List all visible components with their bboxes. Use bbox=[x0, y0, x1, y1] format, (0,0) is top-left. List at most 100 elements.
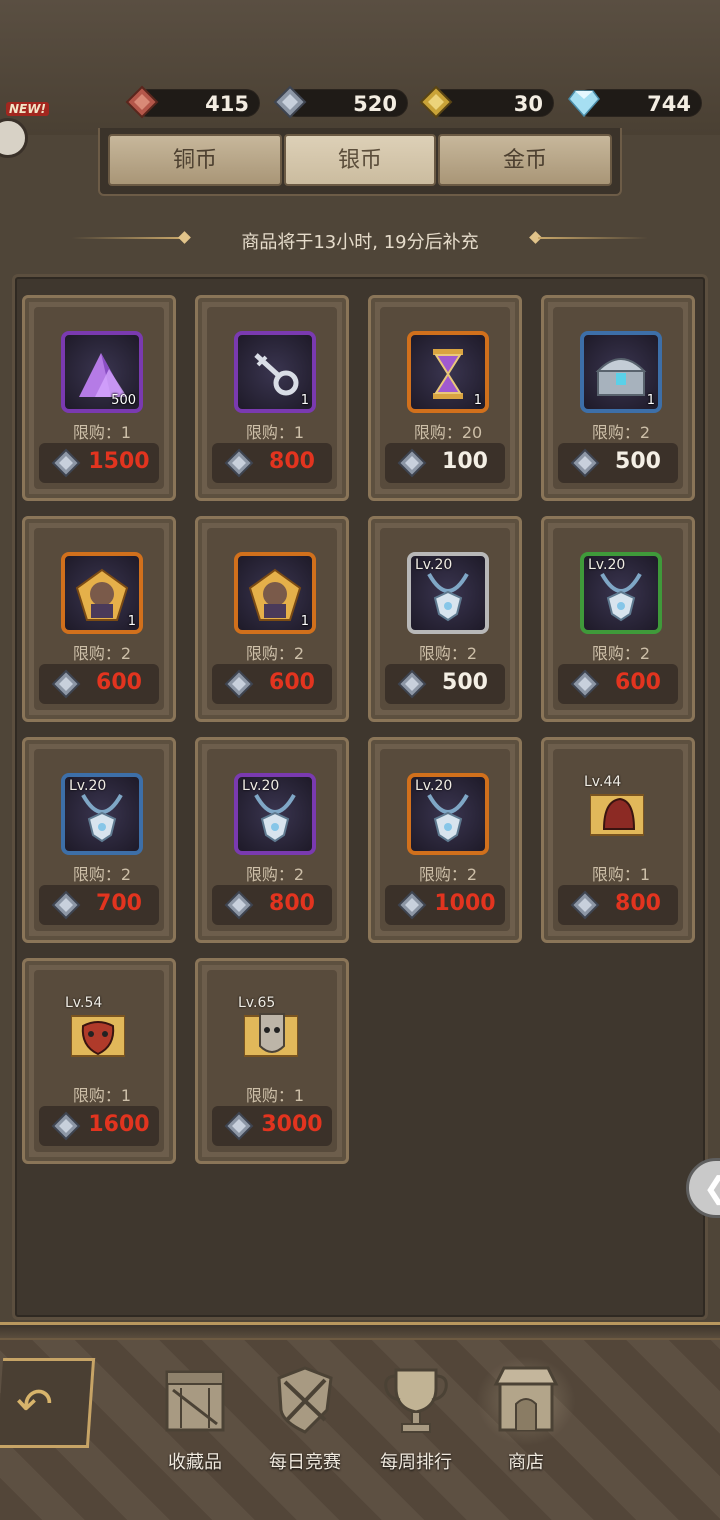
purchase-limit: 限购：2 bbox=[72, 644, 132, 663]
price-value: 1600 bbox=[88, 1112, 150, 1137]
back-button[interactable]: ↶ bbox=[0, 1358, 96, 1448]
price-value: 800 bbox=[615, 891, 661, 916]
shop-item-card[interactable]: 1 限购：2 600 bbox=[22, 516, 176, 722]
buy-button[interactable]: 3000 bbox=[212, 1106, 332, 1146]
silver-coin-icon bbox=[51, 669, 81, 699]
shop-item-card[interactable]: Lv.65 限购：1 3000 bbox=[195, 958, 349, 1164]
nav-label: 收藏品 bbox=[168, 1452, 222, 1473]
item-level: Lv.20 bbox=[69, 778, 107, 794]
silver-coin-icon bbox=[224, 669, 254, 699]
item-icon-frame: 1 bbox=[580, 331, 662, 413]
shop-item-card[interactable]: Lv.20 限购：2 500 bbox=[368, 516, 522, 722]
currency-value: 520 bbox=[353, 92, 397, 116]
copper-coin-icon bbox=[125, 85, 159, 119]
silver-coin-icon bbox=[570, 890, 600, 920]
key-icon bbox=[254, 353, 299, 396]
price-value: 600 bbox=[96, 670, 142, 695]
shop-item-card[interactable]: Lv.44 限购：1 800 bbox=[541, 737, 695, 943]
silver-coin-icon bbox=[397, 890, 427, 920]
nav-collections[interactable]: 收藏品 bbox=[145, 1362, 245, 1473]
necklace-icon bbox=[427, 794, 469, 843]
silver-coin-icon bbox=[570, 669, 600, 699]
nav-label: 每周排行 bbox=[380, 1452, 452, 1473]
currency-value: 744 bbox=[647, 92, 691, 116]
currency-value: 415 bbox=[205, 92, 249, 116]
currency-copper: 415 bbox=[125, 85, 260, 119]
hero-portrait-icon bbox=[248, 568, 302, 621]
tab-copper[interactable]: 铜币 bbox=[108, 134, 282, 186]
price-value: 3000 bbox=[261, 1112, 323, 1137]
gold-coin-icon bbox=[419, 85, 453, 119]
item-icon-frame: Lv.20 bbox=[61, 773, 143, 855]
necklace-icon bbox=[81, 794, 123, 843]
nav-shop[interactable]: 商店 bbox=[476, 1356, 576, 1473]
bottom-divider bbox=[0, 1322, 720, 1340]
shop-item-card[interactable]: 500 限购：1 1500 bbox=[22, 295, 176, 501]
shovel-shield-icon bbox=[277, 1366, 333, 1434]
purchase-limit: 限购：1 bbox=[72, 423, 132, 442]
shop-item-card[interactable]: 1 限购：2 600 bbox=[195, 516, 349, 722]
tab-silver[interactable]: 银币 bbox=[284, 134, 436, 186]
buy-button[interactable]: 800 bbox=[212, 443, 332, 483]
buy-button[interactable]: 800 bbox=[212, 885, 332, 925]
buy-button[interactable]: 800 bbox=[558, 885, 678, 925]
tab-gold[interactable]: 金币 bbox=[438, 134, 612, 186]
item-icon-frame: Lv.65 bbox=[234, 994, 316, 1076]
silver-coin-icon bbox=[273, 85, 307, 119]
buy-button[interactable]: 1000 bbox=[385, 885, 505, 925]
shop-item-card[interactable]: Lv.54 限购：1 1600 bbox=[22, 958, 176, 1164]
item-level: Lv.20 bbox=[588, 557, 626, 573]
nav-weekly-rank[interactable]: 每周排行 bbox=[366, 1362, 466, 1473]
purchase-limit: 限购：1 bbox=[245, 423, 305, 442]
item-quantity: 1 bbox=[300, 393, 309, 408]
shop-item-card[interactable]: Lv.20 限购：2 600 bbox=[541, 516, 695, 722]
silver-coin-icon bbox=[397, 669, 427, 699]
shop-item-card[interactable]: Lv.20 限购：2 1000 bbox=[368, 737, 522, 943]
price-value: 1500 bbox=[88, 449, 150, 474]
buy-button[interactable]: 500 bbox=[558, 443, 678, 483]
price-value: 1000 bbox=[434, 891, 496, 916]
purchase-limit: 限购：2 bbox=[591, 644, 651, 663]
silver-coin-icon bbox=[397, 448, 427, 478]
shop-item-card[interactable]: Lv.20 限购：2 700 bbox=[22, 737, 176, 943]
buy-button[interactable]: 1600 bbox=[39, 1106, 159, 1146]
buy-button[interactable]: 600 bbox=[558, 664, 678, 704]
new-feature-button[interactable]: NEW! bbox=[0, 100, 49, 160]
buy-button[interactable]: 500 bbox=[385, 664, 505, 704]
purchase-limit: 限购：2 bbox=[245, 644, 305, 663]
item-icon-frame: Lv.20 bbox=[580, 552, 662, 634]
currency-diamond: 744 bbox=[568, 89, 702, 118]
buy-button[interactable]: 700 bbox=[39, 885, 159, 925]
item-quantity: 1 bbox=[127, 614, 136, 629]
purchase-limit: 限购：2 bbox=[591, 423, 651, 442]
chevron-left-icon: ❮ bbox=[703, 1171, 720, 1206]
nav-daily-contest[interactable]: 每日竞赛 bbox=[255, 1362, 355, 1473]
purchase-limit: 限购：2 bbox=[72, 865, 132, 884]
currency-silver: 520 bbox=[273, 85, 408, 119]
shop-item-card[interactable]: 1 限购：2 500 bbox=[541, 295, 695, 501]
mask-scroll-icon bbox=[71, 1015, 125, 1057]
shop-item-card[interactable]: 1 限购：1 800 bbox=[195, 295, 349, 501]
diamond-icon bbox=[568, 90, 600, 118]
price-value: 500 bbox=[442, 670, 488, 695]
item-level: Lv.54 bbox=[65, 995, 103, 1011]
silver-coin-icon bbox=[224, 448, 254, 478]
item-level: Lv.44 bbox=[584, 774, 622, 790]
item-icon-frame: 500 bbox=[61, 331, 143, 413]
return-arrow-icon: ↶ bbox=[14, 1379, 55, 1430]
buy-button[interactable]: 1500 bbox=[39, 443, 159, 483]
item-level: Lv.20 bbox=[415, 557, 453, 573]
purchase-limit: 限购：1 bbox=[591, 865, 651, 884]
buy-button[interactable]: 600 bbox=[212, 664, 332, 704]
buy-button[interactable]: 600 bbox=[39, 664, 159, 704]
crate-icon bbox=[165, 1370, 225, 1432]
item-level: Lv.20 bbox=[415, 778, 453, 794]
shop-item-card[interactable]: 1 限购：20 100 bbox=[368, 295, 522, 501]
purchase-limit: 限购：1 bbox=[72, 1086, 132, 1105]
item-quantity: 1 bbox=[300, 614, 309, 629]
buy-button[interactable]: 100 bbox=[385, 443, 505, 483]
silver-coin-icon bbox=[51, 890, 81, 920]
shop-item-card[interactable]: Lv.20 限购：2 800 bbox=[195, 737, 349, 943]
price-value: 700 bbox=[96, 891, 142, 916]
trophy-icon bbox=[384, 1368, 448, 1433]
